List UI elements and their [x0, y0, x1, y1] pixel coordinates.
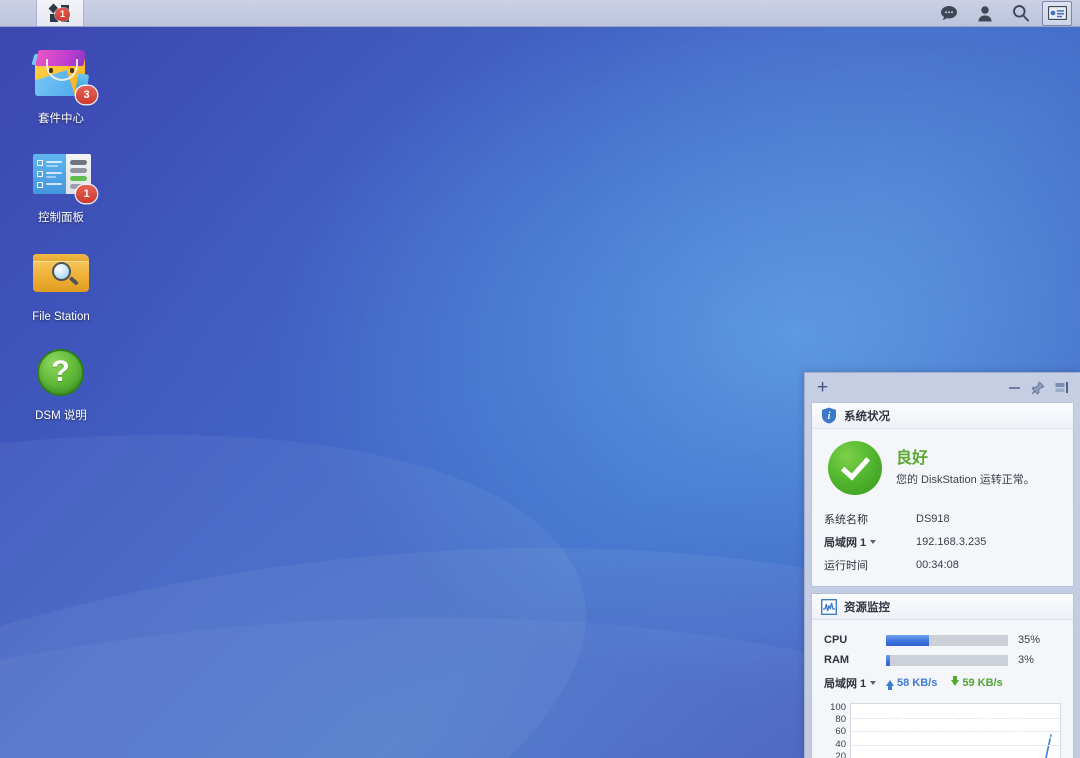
ram-percent-text: 3% — [1018, 654, 1034, 666]
ram-label: RAM — [824, 654, 850, 666]
cpu-percent-text: 35% — [1018, 634, 1041, 646]
upload-speed-text: 58 KB/s — [897, 677, 938, 689]
resource-monitor-body: CPU 35% RAM 3% 局域网 1 58 KB/s 59 KB/s 100… — [812, 620, 1073, 758]
upload-arrow-icon — [886, 680, 894, 690]
network-upload-stat: 58 KB/s — [886, 677, 938, 690]
chart-gridline — [851, 731, 1060, 733]
chart-y-tick: 60 — [835, 726, 846, 738]
info-shield-icon: i — [822, 407, 836, 424]
dock-icon[interactable] — [1050, 378, 1074, 398]
network-row: 局域网 1 58 KB/s 59 KB/s — [824, 672, 1061, 694]
info-row-lan: 局域网 1 192.168.3.235 — [824, 530, 1061, 553]
cpu-progress-fill — [886, 634, 929, 646]
package-center-badge: 3 — [76, 86, 97, 104]
ram-progress-track — [886, 654, 1008, 666]
resource-monitor-icon — [821, 598, 837, 615]
package-center-icon: 3 — [29, 42, 97, 106]
chart-y-tick: 100 — [830, 702, 846, 713]
ram-progress-fill — [886, 654, 890, 666]
info-label-text: 系统名称 — [824, 513, 868, 526]
dsm-desktop-screen: 1 3 套件中心 1 控制面板 File Station ? DSM 说明 + … — [0, 0, 1080, 758]
network-download-stat: 59 KB/s — [951, 676, 1003, 689]
network-chart: 100806040200 — [824, 703, 1061, 758]
desktop-icon-dsm-help[interactable]: ? DSM 说明 — [0, 339, 122, 423]
chart-gridline — [851, 717, 1060, 719]
health-description-text: 您的 DiskStation 运转正常。 — [896, 474, 1035, 486]
health-status-text: 良好 — [896, 450, 929, 467]
main-menu-badge: 1 — [55, 8, 70, 21]
main-menu-icon: 1 — [48, 3, 71, 22]
network-label[interactable]: 局域网 1 — [824, 675, 886, 691]
desktop-icons: 3 套件中心 1 控制面板 File Station ? DSM 说明 — [0, 27, 130, 423]
chart-y-tick: 20 — [835, 750, 846, 758]
cpu-progress-track — [886, 634, 1008, 646]
pin-icon[interactable] — [1026, 378, 1050, 398]
control-panel-label: 控制面板 — [38, 212, 84, 224]
health-check-icon — [828, 441, 882, 495]
add-widget-button[interactable]: + — [817, 378, 828, 397]
info-value-system-name: DS918 — [916, 512, 950, 525]
dsm-help-icon: ? — [29, 339, 93, 403]
download-speed-text: 59 KB/s — [962, 677, 1003, 689]
chart-y-tick: 40 — [835, 738, 846, 750]
system-health-title: 系统状况 — [844, 410, 890, 423]
taskbar-spacer — [84, 0, 934, 26]
system-health-card-header: i 系统状况 — [812, 403, 1073, 429]
chart-line-series — [1045, 734, 1052, 758]
desktop-icon-package-center[interactable]: 3 套件中心 — [0, 42, 122, 126]
widget-panel-icon[interactable] — [1042, 0, 1072, 26]
chart-plot-area — [850, 703, 1061, 758]
taskbar-right-icons — [934, 0, 1080, 26]
health-text-block: 良好 您的 DiskStation 运转正常。 — [896, 449, 1035, 487]
network-label-text: 局域网 1 — [824, 678, 867, 690]
search-icon[interactable] — [1006, 1, 1036, 26]
resource-monitor-card: 资源监控 CPU 35% RAM 3% 局域网 1 58 KB/s 59 KB/… — [811, 593, 1074, 758]
info-label-uptime: 运行时间 — [824, 557, 916, 573]
chat-icon[interactable] — [934, 1, 964, 26]
chart-gridline — [851, 744, 1060, 746]
taskbar: 1 — [0, 0, 1080, 27]
system-health-status-row: 良好 您的 DiskStation 运转正常。 — [824, 439, 1061, 507]
file-station-icon — [29, 240, 93, 304]
info-label-text: 运行时间 — [824, 559, 868, 572]
info-value-lan-ip: 192.168.3.235 — [916, 535, 987, 548]
chevron-down-icon[interactable] — [870, 539, 877, 544]
info-value-uptime: 00:34:08 — [916, 558, 959, 571]
info-row-system-name: 系统名称 DS918 — [824, 507, 1061, 530]
cpu-label: CPU — [824, 634, 848, 646]
chevron-down-icon[interactable] — [870, 681, 877, 685]
file-station-label: File Station — [32, 311, 90, 323]
widget-panel: + i 系统状况 良好 您的 DiskStation 运转正常。 系统名称 DS… — [804, 372, 1080, 758]
minimize-button[interactable] — [1002, 378, 1026, 398]
download-arrow-icon — [951, 676, 960, 686]
info-label-lan[interactable]: 局域网 1 — [824, 534, 916, 550]
desktop-icon-control-panel[interactable]: 1 控制面板 — [0, 141, 122, 225]
chart-y-tick: 80 — [835, 714, 846, 726]
dsm-help-label: DSM 说明 — [35, 410, 87, 422]
info-label-system-name: 系统名称 — [824, 511, 916, 527]
chart-y-axis: 100806040200 — [824, 703, 850, 758]
info-label-text: 局域网 1 — [824, 536, 867, 549]
info-row-uptime: 运行时间 00:34:08 — [824, 553, 1061, 576]
ram-row: RAM 3% — [824, 650, 1061, 670]
user-icon[interactable] — [970, 1, 1000, 26]
system-health-body: 良好 您的 DiskStation 运转正常。 系统名称 DS918 局域网 1 — [812, 429, 1073, 586]
control-panel-badge: 1 — [76, 185, 97, 203]
package-center-label: 套件中心 — [38, 113, 84, 125]
system-health-card: i 系统状况 良好 您的 DiskStation 运转正常。 系统名称 DS91… — [811, 402, 1074, 587]
svg-text:i: i — [828, 411, 831, 422]
widget-panel-header: + — [805, 373, 1080, 402]
cpu-row: CPU 35% — [824, 630, 1061, 650]
desktop-icon-file-station[interactable]: File Station — [0, 240, 122, 324]
resource-monitor-card-header: 资源监控 — [812, 594, 1073, 620]
resource-monitor-title: 资源监控 — [844, 601, 890, 614]
main-menu-button[interactable]: 1 — [36, 0, 84, 26]
control-panel-icon: 1 — [29, 141, 97, 205]
